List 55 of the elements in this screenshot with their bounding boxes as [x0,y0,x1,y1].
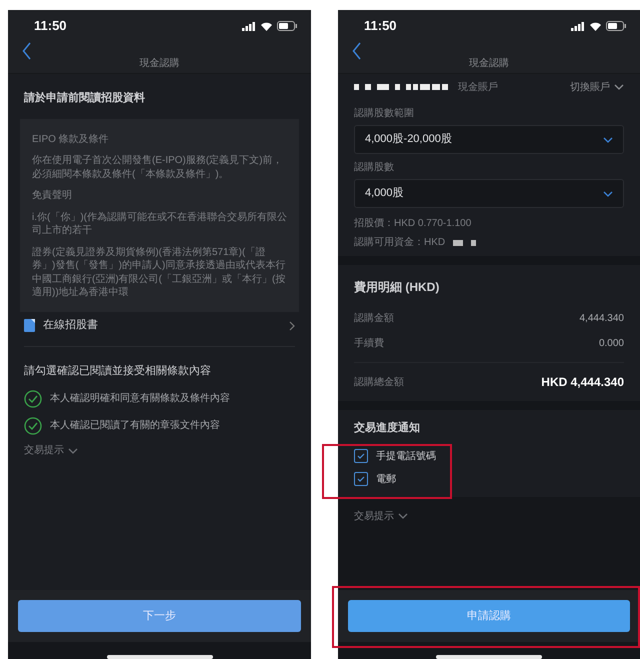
notify-option-label: 電郵 [376,472,396,486]
total-label: 認購總金額 [354,376,404,390]
terms-paragraph: EIPO 條款及條件 [32,132,110,146]
agreement-label: 本人確認已閱讀了有關的章張文件內容 [50,418,220,433]
chevron-down-icon [68,448,78,454]
check-circle-icon[interactable] [24,390,42,408]
checkbox[interactable] [354,449,368,463]
check-icon [357,476,365,482]
section-heading: 費用明細 (HKD) [354,279,440,296]
fee-label: 認購金額 [354,312,394,326]
terms-paragraph: 你在使用電子首次公開發售(E-IPO)服務(定義見下文)前，必須細閱本條款及條件(「本條款及條件」)。 [32,154,284,181]
section-heading: 交易進度通知 [354,420,421,436]
battery-icon [606,21,626,31]
back-icon[interactable] [352,42,362,60]
section-heading: 請於申請前閱讀招股資料 [22,90,146,106]
checkbox[interactable] [354,472,368,486]
price-range-text: 招股價：HKD 0.770-1.100 [354,216,472,231]
terms-paragraph: i.你(「你」)(作為認購可能在或不在香港聯合交易所有限公司上市的若干 [32,210,287,238]
fee-value: 0.000 [598,337,624,351]
section-heading: 請勾選確認已閱讀並接受相關條款內容 [23,364,212,378]
chevron-down-icon [614,84,624,90]
chevron-down-icon [603,190,613,196]
field-label: 認購股數 [354,160,395,175]
chevron-right-icon [289,320,295,330]
notify-option-label: 手提電話號碼 [376,450,436,464]
signal-icon [571,22,585,30]
document-icon [24,319,35,332]
terms-paragraph: 證券(定義見證券及期貨條例)(香港法例第571章)(「證券」)發售(「發售」)的申請人)同意承接透過由或代表本行中國工商銀行(亞洲)有限公司(「工銀亞洲」或「本行」(按適用))地址為香港中環 [32,246,286,300]
tips-toggle[interactable]: 交易提示 [24,443,64,458]
wifi-icon [589,21,602,31]
prospectus-link[interactable]: 在線招股書 [43,317,98,334]
switch-account-link[interactable]: 切換賬戶 [570,80,610,94]
page-title: 現金認購 [140,56,180,71]
total-value: HKD 4,444.340 [541,374,624,391]
agreement-label: 本人確認明確和同意有關條款及條件內容 [50,392,230,406]
field-label: 認購股數範圍 [354,106,415,121]
funds-label: 認購可用資金：HKD [354,236,446,250]
check-icon [357,453,365,459]
check-circle-icon[interactable] [24,416,42,434]
chevron-down-icon [603,136,613,142]
select-field[interactable]: 4,000股 [354,179,624,208]
status-time: 11:50 [34,17,67,36]
account-type: 現金賬戶 [458,80,498,94]
fee-value: 4,444.340 [580,312,624,326]
back-icon[interactable] [22,42,32,60]
terms-paragraph: 免責聲明 [32,189,73,202]
status-time: 11:50 [364,17,397,36]
tips-toggle[interactable]: 交易提示 [354,508,394,524]
signal-icon [242,22,256,30]
select-field[interactable]: 4,000股-20,000股 [354,125,624,154]
wifi-icon [260,21,273,31]
fee-label: 手續費 [354,336,384,351]
page-title: 現金認購 [469,56,509,71]
chevron-down-icon [398,513,408,519]
battery-icon [277,21,297,31]
